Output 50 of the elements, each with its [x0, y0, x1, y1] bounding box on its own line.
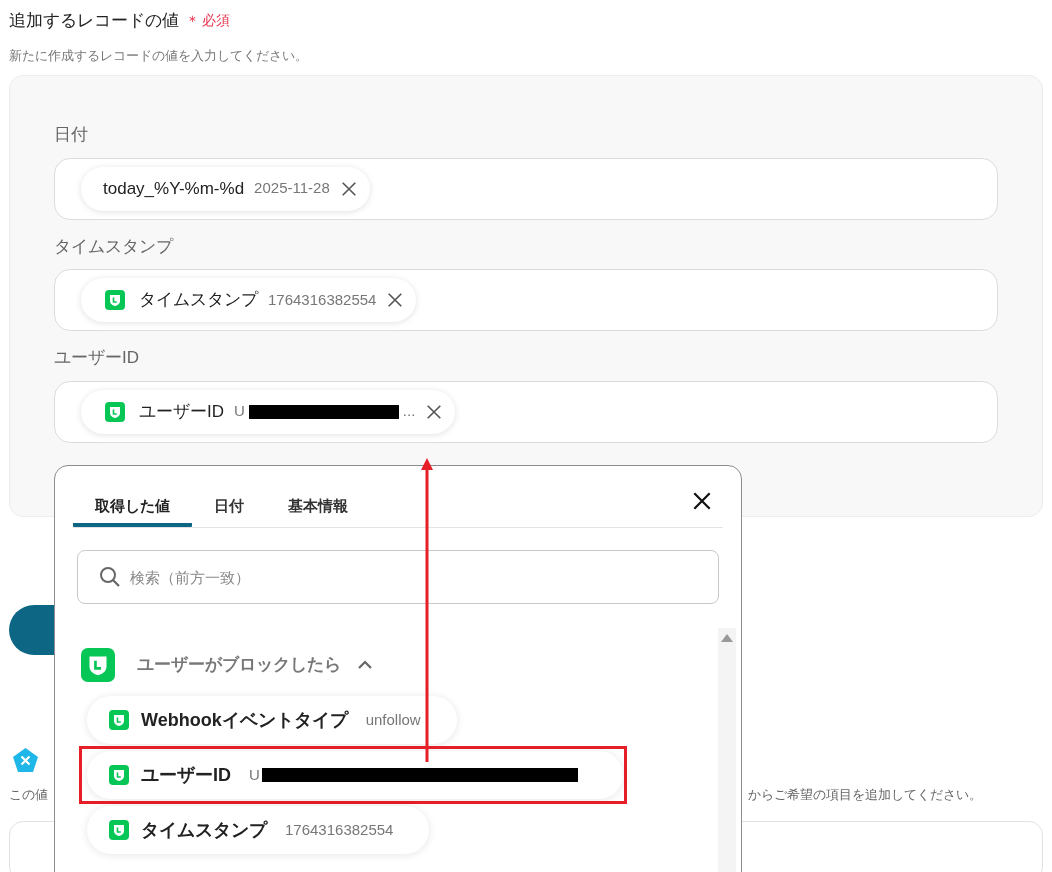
- chevron-up-icon: [357, 660, 373, 670]
- close-icon[interactable]: [691, 490, 713, 512]
- field-label: 日付: [54, 124, 89, 146]
- item-value: 1764316382554: [285, 819, 394, 840]
- value-item[interactable]: タイムスタンプ 1764316382554: [87, 806, 430, 854]
- line-app-icon: [105, 290, 125, 310]
- required-label: 必須: [202, 11, 230, 31]
- line-app-icon: [105, 401, 125, 422]
- input-field[interactable]: ユーザーID U ...: [54, 380, 998, 443]
- section-description: 新たに作成するレコードの値を入力してください。: [9, 46, 309, 65]
- chip-value: 2025-11-28: [254, 178, 330, 199]
- group-header[interactable]: ユーザーがブロックしたら: [137, 652, 373, 678]
- value-item[interactable]: ユーザーID U: [87, 751, 623, 799]
- remove-icon[interactable]: [425, 402, 444, 421]
- chip-label: ユーザーID: [139, 400, 224, 423]
- item-label: Webhookイベントタイプ: [141, 708, 348, 732]
- value-item[interactable]: Webhookイベントタイプ unfollow: [87, 696, 457, 744]
- required-asterisk: ＊: [185, 10, 200, 31]
- search-icon: [99, 566, 121, 588]
- item-label: ユーザーID: [141, 763, 231, 787]
- help-text: からご希望の項目を追加してください。: [748, 786, 982, 804]
- line-app-icon: [109, 820, 129, 840]
- item-label: タイムスタンプ: [141, 818, 267, 842]
- item-value: U: [249, 764, 260, 785]
- chip-value: U: [234, 401, 245, 422]
- help-text: この値: [9, 786, 48, 804]
- remove-icon[interactable]: [386, 291, 405, 309]
- chip-value: 1764316382554: [268, 289, 377, 310]
- line-app-icon: [81, 648, 115, 682]
- value-chip[interactable]: タイムスタンプ 1764316382554: [81, 278, 417, 322]
- tab[interactable]: 取得した値: [73, 489, 192, 527]
- remove-icon[interactable]: [339, 179, 358, 198]
- value-chip[interactable]: today_%Y-%m-%d 2025-11-28: [81, 166, 370, 211]
- item-value: unfollow: [365, 709, 421, 730]
- chip-label: today_%Y-%m-%d: [103, 177, 245, 200]
- tab[interactable]: 基本情報: [266, 489, 370, 527]
- value-chip[interactable]: ユーザーID U ...: [81, 389, 456, 434]
- chip-label: タイムスタンプ: [139, 289, 258, 312]
- field-label: タイムスタンプ: [54, 235, 175, 258]
- scroll-up-icon[interactable]: [721, 634, 733, 642]
- section-title: 追加するレコードの値: [9, 10, 179, 32]
- input-field[interactable]: today_%Y-%m-%d 2025-11-28: [54, 157, 998, 220]
- input-field[interactable]: タイムスタンプ 1764316382554: [54, 269, 998, 331]
- search-field[interactable]: 検索（前方一致）: [77, 550, 719, 604]
- app-logo-icon: [12, 747, 39, 773]
- tab[interactable]: 日付: [192, 489, 266, 527]
- ellipsis: ...: [402, 401, 416, 422]
- line-app-icon: [109, 710, 129, 730]
- line-app-icon: [109, 765, 129, 785]
- field-label: ユーザーID: [54, 347, 140, 369]
